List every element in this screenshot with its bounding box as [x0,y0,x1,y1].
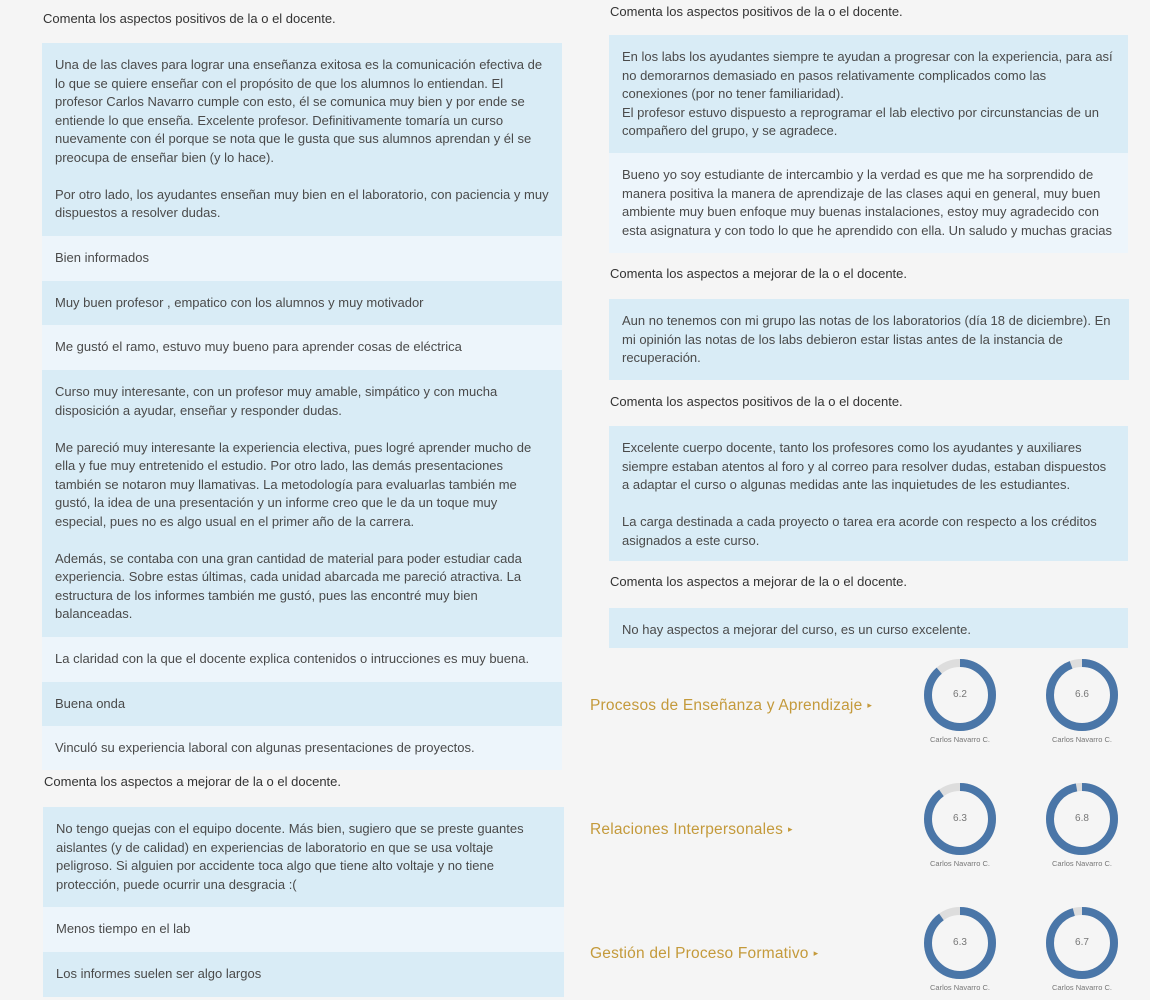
score-donut: 6.6 Carlos Navarro C. [1045,658,1123,748]
comment-item: No hay aspectos a mejorar del curso, es … [609,608,1128,648]
comment-text: Bueno yo soy estudiante de intercambio y… [622,167,1112,238]
metric-link-relaciones[interactable]: Relaciones Interpersonales ▸ [590,821,793,839]
comment-text: No hay aspectos a mejorar del curso, es … [622,622,972,637]
comment-text: Buena onda [55,696,126,711]
comment-item: Una de las claves para lograr una enseña… [42,43,562,236]
comment-item: Vinculó su experiencia laboral con algun… [42,726,562,770]
comment-text: Menos tiempo en el lab [56,921,191,936]
score-value: 6.3 [953,937,967,948]
score-value: 6.8 [1075,813,1089,824]
comment-item: Aun no tenemos con mi grupo las notas de… [609,299,1129,380]
comment-text: La claridad con la que el docente explic… [55,651,530,666]
teacher-name: Carlos Navarro C. [1051,983,1112,992]
teacher-name: Carlos Navarro C. [1051,735,1112,744]
score-donut: 6.7 Carlos Navarro C. [1045,906,1123,996]
score-donut: 6.3 Carlos Navarro C. [923,782,1001,872]
comment-item: Muy buen profesor , empatico con los alu… [42,281,562,325]
comment-item: Curso muy interesante, con un profesor m… [42,370,562,637]
metric-label-text: Relaciones Interpersonales [590,821,784,838]
comment-item: No tengo quejas con el equipo docente. M… [43,807,564,907]
play-arrow-icon: ▸ [867,700,873,710]
comment-text: La carga destinada a cada proyecto o tar… [622,514,1097,548]
comment-item: Buena onda [42,682,562,726]
comment-text: No tengo quejas con el equipo docente. M… [56,821,524,892]
comment-item: En los labs los ayudantes siempre te ayu… [609,35,1128,153]
comment-item: La claridad con la que el docente explic… [42,637,562,682]
comment-text: En los labs los ayudantes siempre te ayu… [622,49,1113,138]
score-donut: 6.2 Carlos Navarro C. [923,658,1001,748]
teacher-name: Carlos Navarro C. [929,735,990,744]
positive-heading: Comenta los aspectos positivos de la o e… [43,11,336,26]
comment-item: Me gustó el ramo, estuvo muy bueno para … [42,325,562,370]
comment-item: Los informes suelen ser algo largos [43,952,564,997]
metric-label-text: Gestión del Proceso Formativo [590,945,809,962]
comment-text: Por otro lado, los ayudantes enseñan muy… [55,186,549,221]
comment-item: Excelente cuerpo docente, tanto los prof… [609,426,1128,561]
score-value: 6.6 [1075,689,1089,700]
positive-heading: Comenta los aspectos positivos de la o e… [610,4,903,19]
metric-link-ensenanza[interactable]: Procesos de Enseñanza y Aprendizaje ▸ [590,697,872,715]
improve-heading: Comenta los aspectos a mejorar de la o e… [610,574,908,589]
comment-item: Menos tiempo en el lab [43,907,564,952]
improve-heading: Comenta los aspectos a mejorar de la o e… [44,774,342,789]
comment-text: Los informes suelen ser algo largos [56,966,262,981]
teacher-name: Carlos Navarro C. [929,983,990,992]
comment-item: Bueno yo soy estudiante de intercambio y… [609,153,1128,253]
comment-text: Vinculó su experiencia laboral con algun… [55,740,475,755]
play-arrow-icon: ▸ [788,824,793,834]
positive-heading: Comenta los aspectos positivos de la o e… [610,394,903,409]
score-donut: 6.3 Carlos Navarro C. [923,906,1001,996]
score-donut: 6.8 Carlos Navarro C. [1045,782,1123,872]
comment-item: Bien informados [42,236,562,281]
score-value: 6.3 [953,813,967,824]
comment-text: Muy buen profesor , empatico con los alu… [55,295,424,310]
comment-text: Excelente cuerpo docente, tanto los prof… [622,440,1107,492]
improve-heading: Comenta los aspectos a mejorar de la o e… [610,266,908,281]
metric-link-gestion[interactable]: Gestión del Proceso Formativo ▸ [590,945,818,963]
teacher-name: Carlos Navarro C. [1051,859,1112,868]
play-arrow-icon: ▸ [813,948,819,958]
teacher-name: Carlos Navarro C. [929,859,990,868]
comment-text: Curso muy interesante, con un profesor m… [55,384,498,418]
comment-text: Una de las claves para lograr una enseña… [55,57,543,165]
comment-text: Me gustó el ramo, estuvo muy bueno para … [55,339,462,354]
comment-text: Aun no tenemos con mi grupo las notas de… [622,313,1111,365]
comment-text: Bien informados [55,250,149,265]
comment-text: Me pareció muy interesante la experienci… [55,439,532,529]
score-value: 6.2 [953,689,967,700]
metric-label-text: Procesos de Enseñanza y Aprendizaje [590,697,863,714]
score-value: 6.7 [1075,937,1089,948]
comment-text: Además, se contaba con una gran cantidad… [55,550,522,622]
